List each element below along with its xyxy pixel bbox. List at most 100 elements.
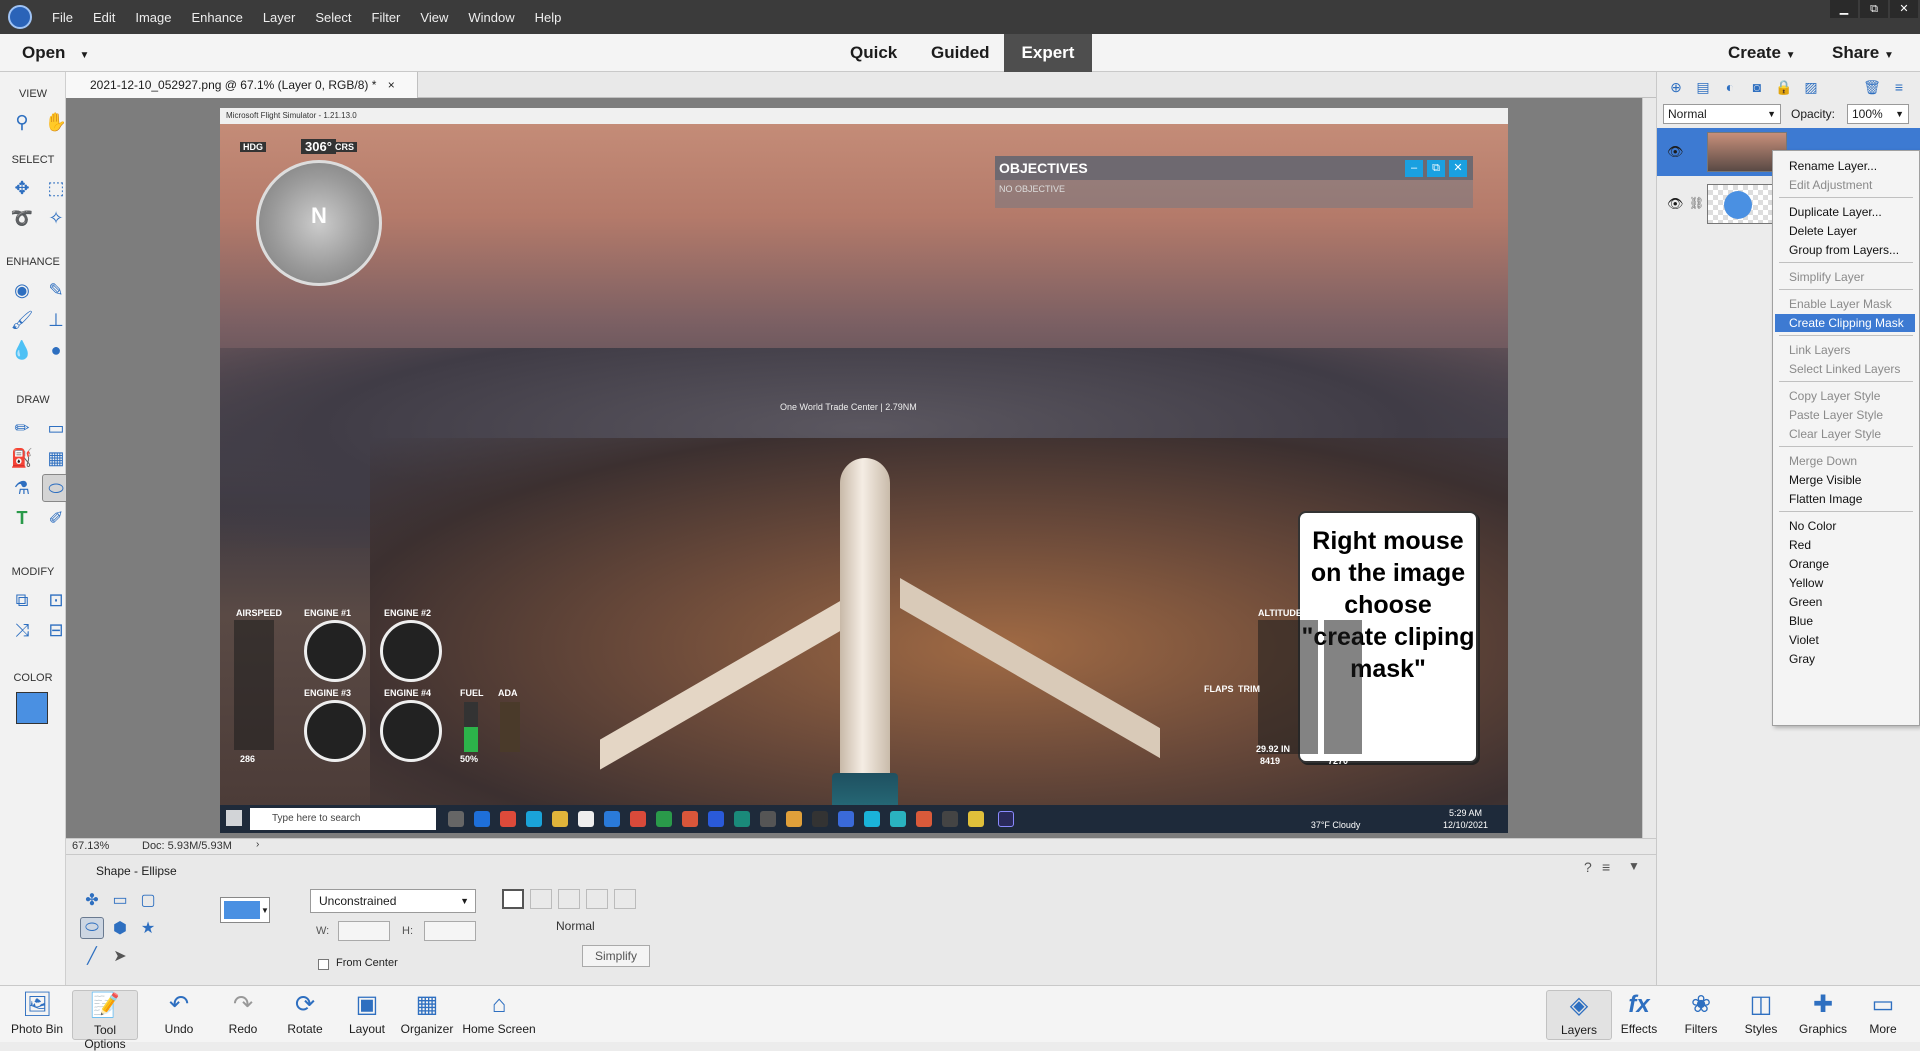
crop-tool-icon[interactable]: ⧉ bbox=[8, 586, 36, 614]
width-field[interactable] bbox=[338, 921, 390, 941]
move-tool-icon[interactable]: ✥ bbox=[8, 174, 36, 202]
link-icon[interactable]: ⛓ bbox=[1689, 196, 1704, 210]
mode-quick[interactable]: Quick bbox=[836, 34, 911, 72]
tool-options-button[interactable]: 📝 Tool Options bbox=[72, 990, 138, 1051]
menu-help[interactable]: Help bbox=[535, 10, 562, 25]
brush-tool-icon[interactable]: ✏ bbox=[8, 414, 36, 442]
status-menu-arrow-icon[interactable]: › bbox=[256, 839, 259, 850]
visibility-eye-icon[interactable]: 👁 bbox=[1667, 196, 1684, 212]
lasso-tool-icon[interactable]: ➰ bbox=[8, 204, 36, 232]
shape-color-picker[interactable]: ▼ bbox=[220, 897, 270, 923]
add-shape-icon[interactable] bbox=[530, 889, 552, 909]
menu-item-delete-layer[interactable]: Delete Layer bbox=[1775, 222, 1915, 240]
rounded-rectangle-icon[interactable]: ▢ bbox=[136, 889, 160, 911]
constraint-dropdown[interactable]: Unconstrained ▼ bbox=[310, 889, 476, 913]
photo-bin-button[interactable]: 🖼 Photo Bin bbox=[4, 990, 70, 1036]
content-move-icon[interactable]: ⤨ bbox=[8, 616, 36, 644]
from-center-checkbox[interactable] bbox=[318, 959, 329, 970]
options-menu-icon[interactable]: ≡ bbox=[1602, 859, 1610, 875]
delete-layer-icon[interactable]: 🗑 bbox=[1863, 78, 1881, 96]
lock-transparency-icon[interactable]: ▨ bbox=[1802, 78, 1820, 96]
effects-button[interactable]: fx Effects bbox=[1606, 990, 1672, 1036]
menu-select[interactable]: Select bbox=[315, 10, 351, 25]
share-button[interactable]: Share ▼ bbox=[1832, 43, 1894, 63]
adjustment-layer-icon[interactable]: ◐ bbox=[1721, 78, 1739, 96]
zoom-tool-icon[interactable]: ⚲ bbox=[8, 108, 36, 136]
menu-item-gray[interactable]: Gray bbox=[1775, 650, 1915, 668]
filters-button[interactable]: ❀ Filters bbox=[1668, 990, 1734, 1036]
document-image[interactable]: Microsoft Flight Simulator - 1.21.13.0 3… bbox=[220, 108, 1508, 833]
menu-item-blue[interactable]: Blue bbox=[1775, 612, 1915, 630]
help-icon[interactable]: ? bbox=[1584, 859, 1592, 875]
lock-all-icon[interactable]: 🔒 bbox=[1775, 78, 1793, 96]
simplify-button[interactable]: Simplify bbox=[582, 945, 650, 967]
exclude-shape-icon[interactable] bbox=[614, 889, 636, 909]
opacity-input[interactable]: 100% ▼ bbox=[1847, 104, 1909, 124]
zoom-level[interactable]: 67.13% bbox=[72, 840, 109, 852]
layer-mask-icon[interactable]: ◙ bbox=[1748, 78, 1766, 96]
menu-view[interactable]: View bbox=[420, 10, 448, 25]
more-button[interactable]: ▭ More bbox=[1850, 990, 1916, 1036]
custom-shape-icon[interactable]: ✤ bbox=[80, 889, 104, 911]
mode-expert[interactable]: Expert bbox=[1004, 34, 1092, 72]
intersect-shape-icon[interactable] bbox=[586, 889, 608, 909]
chevron-down-icon[interactable]: ▼ bbox=[1628, 859, 1640, 873]
menu-item-flatten-image[interactable]: Flatten Image bbox=[1775, 490, 1915, 508]
menu-item-no-color[interactable]: No Color bbox=[1775, 517, 1915, 535]
menu-item-violet[interactable]: Violet bbox=[1775, 631, 1915, 649]
menu-item-create-clipping-mask[interactable]: Create Clipping Mask bbox=[1775, 314, 1915, 332]
new-layer-icon[interactable]: ⊕ bbox=[1667, 78, 1685, 96]
menu-item-merge-visible[interactable]: Merge Visible bbox=[1775, 471, 1915, 489]
menu-image[interactable]: Image bbox=[135, 10, 171, 25]
menu-file[interactable]: File bbox=[52, 10, 73, 25]
menu-edit[interactable]: Edit bbox=[93, 10, 115, 25]
undo-button[interactable]: ↶ Undo bbox=[146, 990, 212, 1036]
restore-button[interactable]: ⧉ bbox=[1860, 0, 1888, 18]
shape-selection-icon[interactable]: ➤ bbox=[108, 945, 132, 967]
menu-enhance[interactable]: Enhance bbox=[192, 10, 243, 25]
new-shape-layer-icon[interactable] bbox=[502, 889, 524, 909]
type-tool-icon[interactable]: T bbox=[8, 504, 36, 532]
document-tab[interactable]: 2021-12-10_052927.png @ 67.1% (Layer 0, … bbox=[66, 72, 418, 98]
rotate-button[interactable]: ⟳ Rotate bbox=[272, 990, 338, 1036]
new-group-icon[interactable]: ▤ bbox=[1694, 78, 1712, 96]
menu-filter[interactable]: Filter bbox=[372, 10, 401, 25]
organizer-button[interactable]: ▦ Organizer bbox=[394, 990, 460, 1036]
menu-item-red[interactable]: Red bbox=[1775, 536, 1915, 554]
blend-mode-select[interactable]: Normal ▼ bbox=[1663, 104, 1781, 124]
subtract-shape-icon[interactable] bbox=[558, 889, 580, 909]
red-eye-tool-icon[interactable]: ◉ bbox=[8, 276, 36, 304]
line-shape-icon[interactable]: ╱ bbox=[80, 945, 104, 967]
graphics-button[interactable]: ✚ Graphics bbox=[1790, 990, 1856, 1036]
layout-button[interactable]: ▣ Layout bbox=[334, 990, 400, 1036]
foreground-color-swatch[interactable] bbox=[16, 692, 48, 724]
blur-tool-icon[interactable]: 💧 bbox=[8, 336, 36, 364]
home-screen-button[interactable]: ⌂ Home Screen bbox=[460, 990, 538, 1036]
star-shape-icon[interactable]: ★ bbox=[136, 917, 160, 939]
open-button[interactable]: Open ▼ bbox=[22, 43, 89, 63]
chevron-down-icon[interactable]: ▼ bbox=[79, 50, 89, 61]
menu-item-duplicate-layer[interactable]: Duplicate Layer... bbox=[1775, 203, 1915, 221]
mode-guided[interactable]: Guided bbox=[917, 34, 1004, 72]
paint-bucket-icon[interactable]: ⛽ bbox=[8, 444, 36, 472]
ellipse-shape-icon[interactable]: ⬭ bbox=[80, 917, 104, 939]
create-button[interactable]: Create ▼ bbox=[1728, 43, 1796, 63]
menu-item-orange[interactable]: Orange bbox=[1775, 555, 1915, 573]
menu-item-green[interactable]: Green bbox=[1775, 593, 1915, 611]
rectangle-shape-icon[interactable]: ▭ bbox=[108, 889, 132, 911]
canvas-area[interactable]: Microsoft Flight Simulator - 1.21.13.0 3… bbox=[66, 98, 1642, 838]
minimize-button[interactable]: ▁ bbox=[1830, 0, 1858, 18]
visibility-eye-icon[interactable]: 👁 bbox=[1667, 144, 1684, 160]
menu-item-group-from-layers[interactable]: Group from Layers... bbox=[1775, 241, 1915, 259]
menu-layer[interactable]: Layer bbox=[263, 10, 296, 25]
menu-item-yellow[interactable]: Yellow bbox=[1775, 574, 1915, 592]
redo-button[interactable]: ↷ Redo bbox=[210, 990, 276, 1036]
vertical-scrollbar[interactable] bbox=[1642, 98, 1656, 838]
panel-menu-icon[interactable]: ≡ bbox=[1890, 78, 1908, 96]
close-window-button[interactable]: ✕ bbox=[1890, 0, 1918, 18]
height-field[interactable] bbox=[424, 921, 476, 941]
eyedropper-icon[interactable]: ⚗ bbox=[8, 474, 36, 502]
polygon-shape-icon[interactable]: ⬢ bbox=[108, 917, 132, 939]
menu-item-rename-layer[interactable]: Rename Layer... bbox=[1775, 157, 1915, 175]
layers-button[interactable]: ◈ Layers bbox=[1546, 990, 1612, 1040]
